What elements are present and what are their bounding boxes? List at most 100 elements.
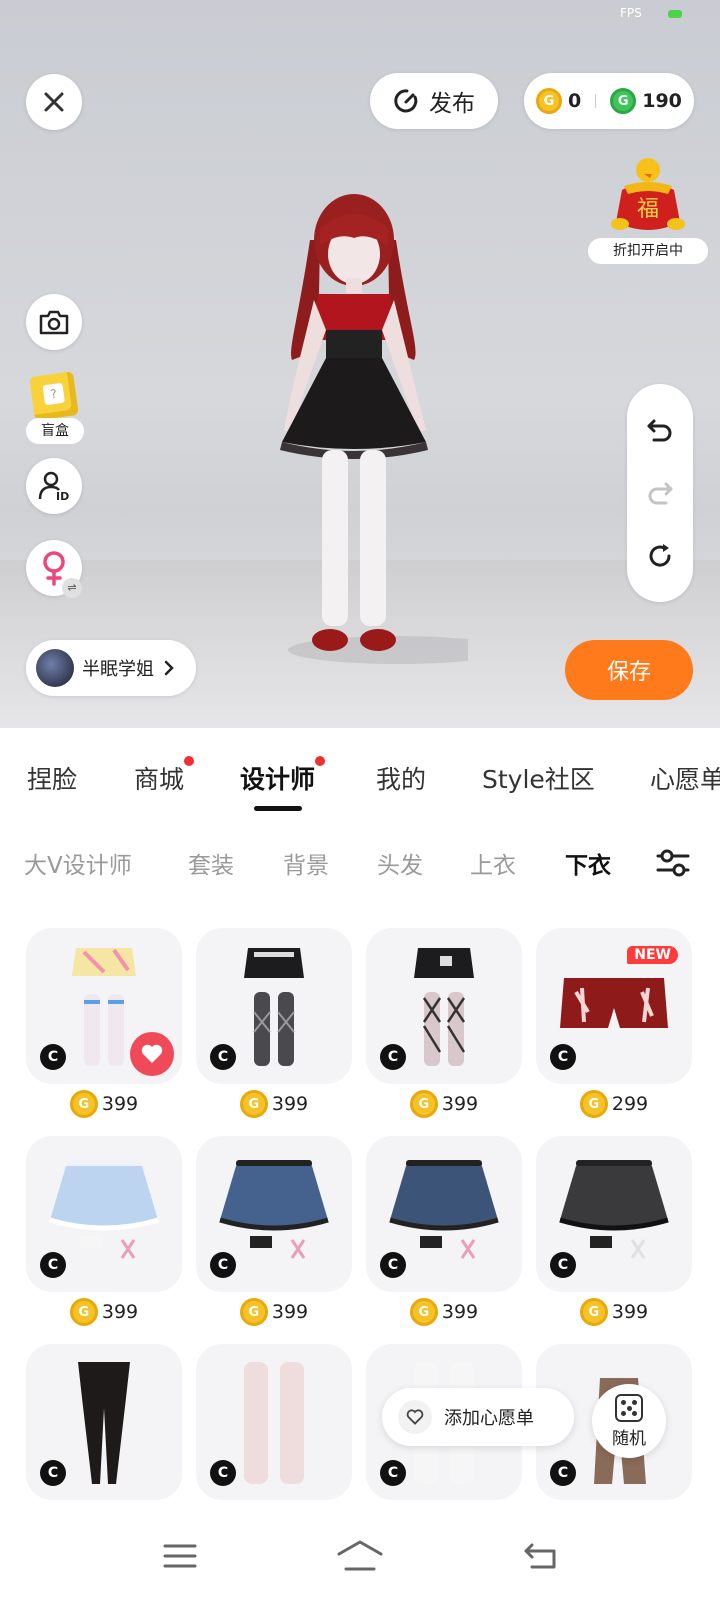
redo-button[interactable]: [645, 478, 675, 508]
home-icon: [337, 1540, 383, 1571]
blind-box-label: 盲盒: [26, 418, 84, 444]
item-card-denim-ruffle-skirt[interactable]: C: [196, 1136, 352, 1292]
gold-coin-icon: G: [409, 1090, 438, 1118]
camera-button[interactable]: [26, 294, 82, 350]
avatar-id-button[interactable]: ID: [26, 458, 82, 514]
dice-icon: [615, 1393, 643, 1422]
new-badge: NEW: [627, 946, 678, 964]
item-card-pastel-skirt-stockings[interactable]: C: [26, 928, 182, 1084]
chevron-right-icon: [164, 660, 174, 676]
tab-shop[interactable]: 商城: [134, 756, 195, 796]
avatar: [36, 649, 74, 687]
reset-icon: [649, 544, 671, 567]
filter-icon[interactable]: [655, 848, 691, 878]
tab-wishlist[interactable]: 心愿单: [650, 760, 720, 796]
back-button[interactable]: [510, 1534, 570, 1578]
creator-badge-icon: C: [380, 1252, 406, 1278]
favorite-button[interactable]: [130, 1032, 174, 1076]
add-to-wishlist-button[interactable]: 添加心愿单: [382, 1388, 574, 1446]
tab-style-community[interactable]: Style社区: [482, 760, 595, 796]
blind-box-button[interactable]: ? 盲盒: [26, 371, 84, 446]
subtab-top[interactable]: 上衣: [470, 846, 516, 880]
redo-icon: [648, 482, 673, 505]
gold-coin-icon: G: [536, 88, 562, 114]
price-value: 399: [441, 1093, 479, 1115]
save-button[interactable]: 保存: [565, 640, 693, 700]
menu-icon: [163, 1544, 197, 1568]
item-card-red-print-shorts[interactable]: NEW C: [536, 928, 692, 1084]
close-icon: [44, 92, 64, 112]
undo-button[interactable]: [645, 415, 675, 445]
random-label: 随机: [612, 1428, 646, 1449]
discount-label: 折扣开启中: [588, 238, 708, 264]
creator-badge-icon: C: [40, 1044, 66, 1070]
tab-label: 捏脸: [27, 765, 78, 794]
item-card-black-skirt-lace-stockings[interactable]: C: [196, 928, 352, 1084]
item-price: G 399: [366, 1088, 522, 1120]
currency-divider: [595, 94, 597, 108]
publish-button[interactable]: 发布: [370, 73, 498, 129]
item-card-black-skirt-cross-stockings[interactable]: C: [366, 928, 522, 1084]
creator-badge-icon: C: [210, 1044, 236, 1070]
item-price: G 399: [196, 1296, 352, 1328]
currency-balance[interactable]: G 0 G 190: [524, 73, 694, 129]
green-balance: 190: [642, 90, 682, 112]
menu-button[interactable]: [150, 1534, 210, 1578]
close-button[interactable]: [26, 74, 82, 130]
item-card-light-blue-ruffle-skirt[interactable]: C: [26, 1136, 182, 1292]
gold-coin-icon: G: [409, 1298, 438, 1326]
active-tab-indicator: [253, 806, 302, 811]
svg-text:ID: ID: [56, 490, 69, 503]
notification-dot: [184, 756, 195, 766]
creator-badge-icon: C: [380, 1044, 406, 1070]
tab-mine[interactable]: 我的: [376, 760, 426, 796]
creator-badge-icon: C: [40, 1460, 66, 1486]
back-icon: [524, 1543, 556, 1569]
tab-designer[interactable]: 设计师: [240, 756, 326, 811]
system-navigation-bar: [0, 1512, 720, 1600]
item-price: G 399: [536, 1296, 692, 1328]
fps-label: FPS: [620, 6, 642, 20]
price-value: 399: [441, 1301, 479, 1323]
gold-coin-icon: G: [239, 1298, 268, 1326]
blind-box-icon: ?: [29, 371, 79, 421]
gold-coin-icon: G: [239, 1090, 268, 1118]
publish-label: 发布: [429, 91, 475, 117]
price-value: 399: [101, 1093, 139, 1115]
tab-label: 设计师: [240, 765, 316, 794]
creator-badge-icon: C: [550, 1044, 576, 1070]
reset-button[interactable]: [645, 541, 675, 571]
price-value: 399: [271, 1301, 309, 1323]
user-profile-button[interactable]: 半眠学姐: [26, 640, 196, 696]
wishlist-label: 添加心愿单: [444, 1408, 534, 1429]
subtab-hair[interactable]: 头发: [377, 846, 423, 880]
subtab-background[interactable]: 背景: [283, 846, 329, 880]
subtab-bottom[interactable]: 下衣: [565, 846, 611, 880]
random-button[interactable]: 随机: [592, 1384, 666, 1458]
heart-outline-icon: [398, 1400, 432, 1434]
tab-face[interactable]: 捏脸: [27, 760, 77, 796]
notification-dot: [315, 756, 326, 766]
home-button[interactable]: [330, 1534, 390, 1578]
price-value: 299: [611, 1093, 649, 1115]
creator-badge-icon: C: [550, 1252, 576, 1278]
user-name: 半眠学姐: [82, 659, 154, 680]
price-value: 399: [271, 1093, 309, 1115]
item-card-pink-stockings[interactable]: C: [196, 1344, 352, 1500]
subtab-outfit-set[interactable]: 套装: [188, 846, 234, 880]
item-card-black-tights[interactable]: C: [26, 1344, 182, 1500]
subtab-big-v-designer[interactable]: 大V设计师: [24, 846, 132, 880]
heart-icon: [141, 1044, 163, 1063]
gold-coin-icon: G: [579, 1090, 608, 1118]
undo-icon: [647, 419, 672, 442]
price-value: 399: [101, 1301, 139, 1323]
creator-badge-icon: C: [550, 1460, 576, 1486]
price-value: 399: [611, 1301, 649, 1323]
fps-indicator: [668, 10, 682, 18]
item-card-denim-ruffle-skirt-dark[interactable]: C: [366, 1136, 522, 1292]
item-card-black-denim-ruffle-skirt[interactable]: C: [536, 1136, 692, 1292]
avatar-figure[interactable]: [248, 180, 468, 690]
svg-text:福: 福: [637, 197, 659, 222]
discount-promo[interactable]: 福 折扣开启中: [588, 150, 708, 268]
avatar-stage[interactable]: FPS 发布 G 0 G 190 福 折扣开启中 ? 盲盒 ID ⇌ 半眠学姐 …: [0, 0, 720, 728]
